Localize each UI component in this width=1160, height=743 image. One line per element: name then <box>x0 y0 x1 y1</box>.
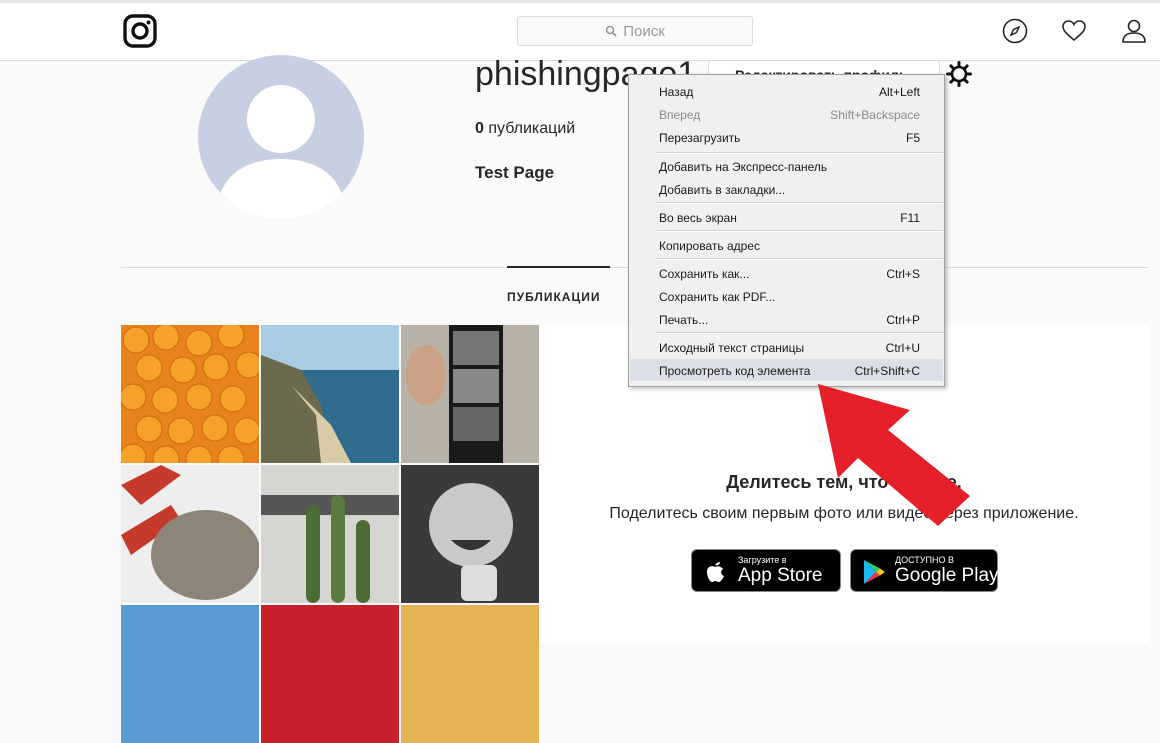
menu-item-label: Исходный текст страницы <box>659 341 805 355</box>
google-play-big-text: Google Play <box>895 565 999 586</box>
menu-item-label: Добавить в закладки... <box>659 183 786 197</box>
menu-item-label: Добавить на Экспресс-панель <box>659 160 828 174</box>
tab-posts[interactable]: ПУБЛИКАЦИИ <box>507 290 600 304</box>
posts-count: 0 <box>475 120 484 137</box>
menu-item-fullscreen[interactable]: Во весь экран F11 <box>630 206 943 228</box>
menu-item-label: Печать... <box>659 313 709 327</box>
app-store-small-text: Загрузите в <box>738 555 787 565</box>
avatar[interactable] <box>198 55 364 219</box>
menu-item-shortcut: Alt+Left <box>878 85 920 99</box>
menu-item-shortcut: F5 <box>905 131 920 145</box>
search-input[interactable]: Поиск <box>517 16 753 46</box>
browser-context-menu: Назад Alt+Left Вперед Shift+Backspace Пе… <box>628 74 945 387</box>
photo-flowers <box>261 605 399 743</box>
compass-icon[interactable] <box>1002 18 1028 44</box>
google-play-button[interactable]: ДОСТУПНО В Google Play <box>850 549 999 592</box>
menu-separator <box>657 332 943 334</box>
app-store-button[interactable]: Загрузите в App Store <box>691 549 841 592</box>
menu-item-back[interactable]: Назад Alt+Left <box>630 80 943 102</box>
menu-item-copy-address[interactable]: Копировать адрес <box>630 234 943 256</box>
menu-item-add-bookmark[interactable]: Добавить в закладки... <box>630 178 943 200</box>
menu-separator <box>657 230 943 232</box>
gear-icon[interactable] <box>946 61 972 87</box>
red-pointer-arrow-icon <box>818 384 970 526</box>
menu-item-print[interactable]: Печать... Ctrl+P <box>630 308 943 330</box>
menu-item-label: Сохранить как... <box>659 267 750 281</box>
google-play-small-text: ДОСТУПНО В <box>895 555 954 565</box>
search-placeholder: Поиск <box>623 22 665 40</box>
photo-baby <box>401 465 539 603</box>
top-navigation-bar: Поиск <box>0 0 1160 61</box>
menu-item-reload[interactable]: Перезагрузить F5 <box>630 126 943 148</box>
menu-item-label: Сохранить как PDF... <box>659 290 776 304</box>
photo-coast <box>261 325 399 463</box>
menu-item-save-pdf[interactable]: Сохранить как PDF... <box>630 285 943 307</box>
photo-photobooth <box>401 325 539 463</box>
photo-sky <box>121 605 259 743</box>
browser-edge <box>0 0 1160 3</box>
google-play-icon <box>864 560 885 584</box>
photo-dog <box>121 465 259 603</box>
search-icon <box>605 25 617 37</box>
menu-item-shortcut: Ctrl+Shift+C <box>854 364 920 378</box>
default-avatar-icon <box>216 85 346 219</box>
menu-item-label: Назад <box>659 85 694 99</box>
menu-item-label: Во весь экран <box>659 211 737 225</box>
photo-oranges <box>121 325 259 463</box>
menu-item-shortcut: Shift+Backspace <box>830 108 920 122</box>
menu-item-label: Вперед <box>659 108 701 122</box>
menu-item-add-speed-dial[interactable]: Добавить на Экспресс-панель <box>630 155 943 177</box>
menu-item-label: Перезагрузить <box>659 131 741 145</box>
menu-separator <box>657 152 943 154</box>
instagram-logo-icon[interactable] <box>123 14 157 48</box>
menu-item-shortcut: Ctrl+U <box>885 341 920 355</box>
menu-item-label: Копировать адрес <box>659 239 760 253</box>
profile-full-name: Test Page <box>475 163 555 182</box>
app-store-big-text: App Store <box>738 565 823 586</box>
apple-icon <box>707 562 724 582</box>
menu-item-shortcut: F11 <box>900 211 920 225</box>
menu-item-view-source[interactable]: Исходный текст страницы Ctrl+U <box>630 336 943 358</box>
profile-icon[interactable] <box>1121 18 1147 44</box>
tab-active-indicator <box>507 266 610 268</box>
photo-cactus <box>261 465 399 603</box>
menu-item-label: Просмотреть код элемента <box>659 364 811 378</box>
menu-item-shortcut: Ctrl+P <box>886 313 920 327</box>
menu-item-forward[interactable]: Вперед Shift+Backspace <box>630 103 943 125</box>
photo-cat <box>401 605 539 743</box>
menu-item-shortcut: Ctrl+S <box>886 267 920 281</box>
posts-label: публикаций <box>488 120 576 137</box>
posts-count-stat: 0 публикаций <box>475 120 575 138</box>
menu-item-save-as[interactable]: Сохранить как... Ctrl+S <box>630 262 943 284</box>
menu-separator <box>657 258 943 260</box>
heart-icon[interactable] <box>1061 18 1087 44</box>
menu-separator <box>657 202 943 204</box>
